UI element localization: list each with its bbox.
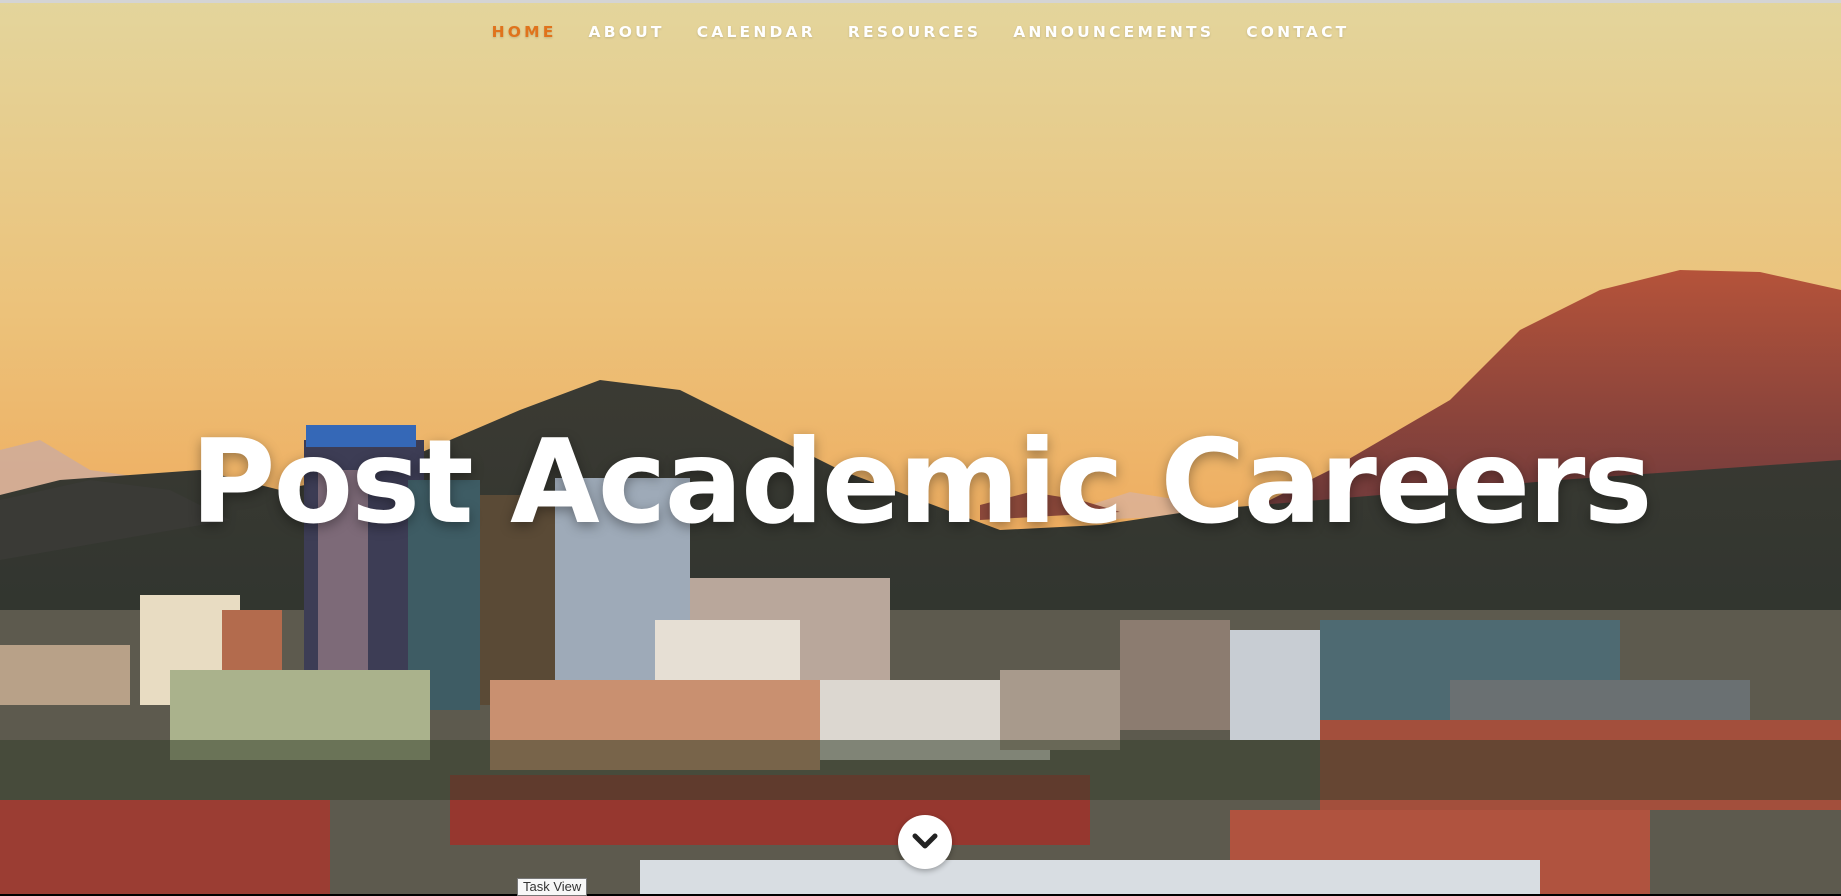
task-view-tooltip: Task View [517,878,588,896]
nav-item-announcements[interactable]: ANNOUNCEMENTS [997,20,1230,44]
chevron-down-icon [912,833,938,849]
scroll-down-button[interactable] [898,815,952,869]
top-border [0,0,1841,3]
nav-item-resources[interactable]: RESOURCES [832,20,997,44]
hero-title: Post Academic Careers [190,414,1652,550]
nav-item-calendar[interactable]: CALENDAR [681,20,832,44]
main-navigation: HOME ABOUT CALENDAR RESOURCES ANNOUNCEME… [0,20,1841,44]
nav-item-home[interactable]: HOME [476,20,573,44]
nav-item-about[interactable]: ABOUT [573,20,681,44]
nav-item-contact[interactable]: CONTACT [1230,20,1365,44]
